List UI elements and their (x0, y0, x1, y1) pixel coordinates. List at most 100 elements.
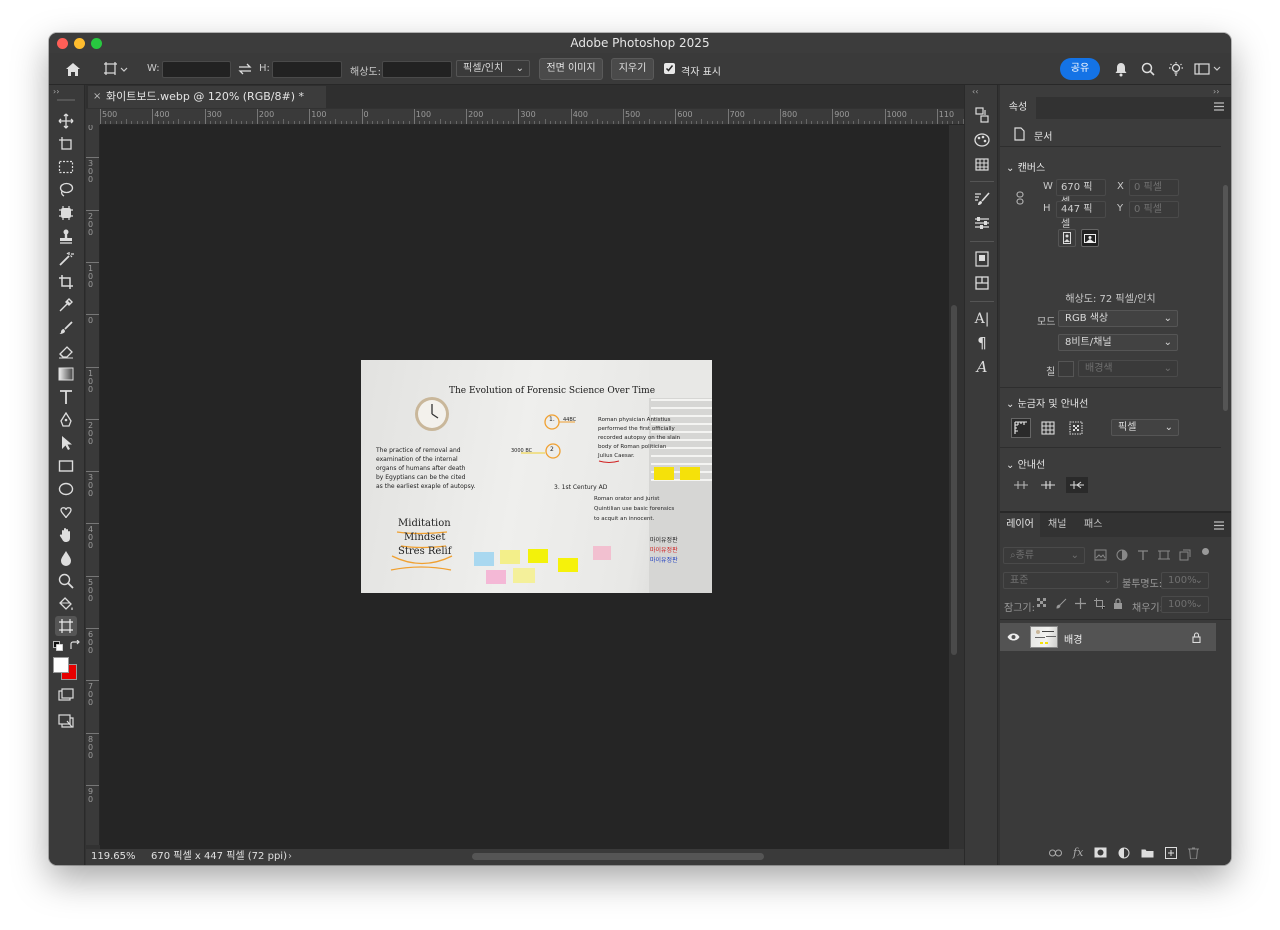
blur-tool-icon[interactable] (55, 548, 77, 568)
workspace-icon[interactable] (1193, 60, 1223, 78)
lightbulb-icon[interactable] (1167, 60, 1185, 78)
swatches-icon[interactable] (972, 154, 992, 174)
canvas-width-input[interactable]: 670 픽셀 (1056, 179, 1106, 208)
adjustment-filter-icon[interactable] (1116, 549, 1128, 561)
color-icon[interactable] (972, 130, 992, 150)
quick-mask-icon[interactable] (55, 685, 77, 705)
rulers-section-header[interactable]: ⌄ 눈금자 및 안내선 (1006, 395, 1088, 410)
close-tab-icon[interactable]: × (93, 86, 101, 108)
horizontal-scrollbar[interactable] (472, 853, 764, 860)
lock-icon[interactable] (1190, 631, 1202, 643)
share-button[interactable]: 공유 (1060, 58, 1100, 80)
crop-tool-icon[interactable] (55, 272, 77, 292)
home-icon[interactable] (63, 60, 83, 78)
guide-horizontal-icon[interactable] (1011, 477, 1031, 493)
type-filter-icon[interactable] (1137, 549, 1149, 561)
folder-icon[interactable] (1141, 848, 1154, 858)
guides-section-header[interactable]: ⌄ 안내선 (1006, 456, 1045, 471)
brush-settings-icon[interactable] (972, 189, 992, 209)
marquee-tool-icon[interactable] (55, 157, 77, 177)
type-tool-icon[interactable] (55, 387, 77, 407)
height-input[interactable] (272, 61, 342, 78)
guide-vertical-icon[interactable] (1038, 477, 1058, 493)
lock-transparent-icon[interactable] (1037, 598, 1048, 609)
paint-bucket-tool-icon[interactable] (55, 594, 77, 614)
channels-tab[interactable]: 채널 (1048, 513, 1066, 537)
bell-icon[interactable] (1112, 60, 1130, 78)
fx-icon[interactable]: fx (1073, 846, 1083, 859)
canvas-height-input[interactable]: 447 픽셀 (1056, 201, 1106, 230)
lock-position-icon[interactable] (1075, 598, 1086, 609)
collapse-toolbar-icon[interactable]: ›› (53, 87, 59, 96)
fill-select[interactable]: 배경색 ⌄ (1078, 360, 1178, 377)
close-window-button[interactable] (57, 38, 68, 49)
zoom-window-button[interactable] (91, 38, 102, 49)
hand-tool-icon[interactable] (55, 525, 77, 545)
vertical-scrollbar[interactable] (951, 305, 957, 655)
new-layer-icon[interactable] (1165, 846, 1178, 859)
stamp-tool-icon[interactable] (55, 226, 77, 246)
guide-new-icon[interactable] (1066, 477, 1088, 493)
swap-icon[interactable] (237, 62, 253, 76)
properties-tab[interactable]: 속성 (1000, 97, 1036, 119)
properties-scrollbar[interactable] (1223, 185, 1228, 411)
status-expand-icon[interactable]: › (288, 849, 292, 865)
bit-depth-select[interactable]: 8비트/채널 ⌄ (1058, 334, 1178, 351)
canvas-y-input[interactable]: 0 픽셀 (1129, 201, 1179, 218)
minimize-window-button[interactable] (74, 38, 85, 49)
clear-button[interactable]: 지우기 (611, 58, 654, 80)
mode-select[interactable]: RGB 색상 ⌄ (1058, 310, 1178, 327)
shape-filter-icon[interactable] (1158, 549, 1170, 561)
collapse-icons-icon[interactable]: ‹‹ (972, 87, 978, 96)
add-mask-icon[interactable] (1094, 847, 1107, 858)
rectangle-tool-icon[interactable] (55, 456, 77, 476)
layers-tab[interactable]: 레이어 (1000, 513, 1040, 537)
layer-kind-filter[interactable]: ⌕종류 ⌄ (1003, 547, 1085, 564)
lasso-tool-icon[interactable] (55, 180, 77, 200)
canvas-area[interactable]: The Evolution of Forensic Science Over T… (100, 125, 957, 849)
ruler-unit-select[interactable]: 픽셀 ⌄ (1111, 419, 1179, 436)
front-image-button[interactable]: 전면 이미지 (539, 58, 603, 80)
canvas-x-input[interactable]: 0 픽셀 (1129, 179, 1179, 196)
link-icon[interactable] (1016, 191, 1024, 205)
portrait-orientation-icon[interactable] (1058, 229, 1076, 247)
character-icon[interactable]: A| (972, 309, 992, 329)
glyphs-icon[interactable]: A (972, 357, 992, 377)
grid-checkbox[interactable] (664, 63, 675, 74)
gradient-tool-icon[interactable] (55, 364, 77, 384)
foreground-color-swatch[interactable] (53, 657, 69, 673)
zoom-tool-icon[interactable] (55, 571, 77, 591)
move-tool-icon[interactable] (55, 111, 77, 131)
landscape-orientation-icon[interactable] (1081, 229, 1099, 247)
screen-mode-icon[interactable] (55, 711, 77, 731)
eraser-tool-icon[interactable] (55, 341, 77, 361)
ruler-icon[interactable] (1011, 418, 1031, 438)
filter-toggle-icon[interactable] (1202, 548, 1209, 555)
search-icon[interactable] (1139, 60, 1157, 78)
lock-image-icon[interactable] (1056, 598, 1067, 609)
resolution-unit-select[interactable]: 픽셀/인치 ⌄ (456, 60, 530, 77)
layers-menu-icon[interactable] (1214, 521, 1224, 530)
fill-opacity-input[interactable]: 100% ⌄ (1161, 596, 1209, 613)
libraries-icon[interactable] (972, 249, 992, 269)
opacity-input[interactable]: 100% ⌄ (1161, 572, 1209, 589)
resolution-input[interactable] (382, 61, 452, 78)
magic-wand-tool-icon[interactable] (55, 249, 77, 269)
artboard-tool-preset-icon[interactable] (101, 59, 131, 79)
eye-icon[interactable] (1005, 630, 1021, 644)
pen-tool-icon[interactable] (55, 410, 77, 430)
width-input[interactable] (162, 61, 231, 78)
layer-row[interactable]: 배경 (1000, 623, 1216, 651)
default-colors-icon[interactable] (53, 641, 63, 651)
panel-menu-icon[interactable] (1214, 102, 1224, 111)
canvas-section-header[interactable]: ⌄ 캔버스 (1006, 159, 1045, 174)
adjustment-layer-icon[interactable] (1118, 847, 1130, 859)
lock-artboard-icon[interactable] (1094, 598, 1105, 609)
artboard-tool-active-icon[interactable] (55, 616, 77, 636)
zoom-level[interactable]: 119.65% (91, 849, 136, 865)
paths-tab[interactable]: 패스 (1084, 513, 1102, 537)
document-tab[interactable]: × 화이트보드.webp @ 120% (RGB/8#) * (88, 86, 326, 108)
smart-object-filter-icon[interactable] (1179, 549, 1191, 561)
artboard-tool-icon[interactable] (55, 134, 77, 154)
collapse-panels-icon[interactable]: ›› (1213, 87, 1219, 96)
